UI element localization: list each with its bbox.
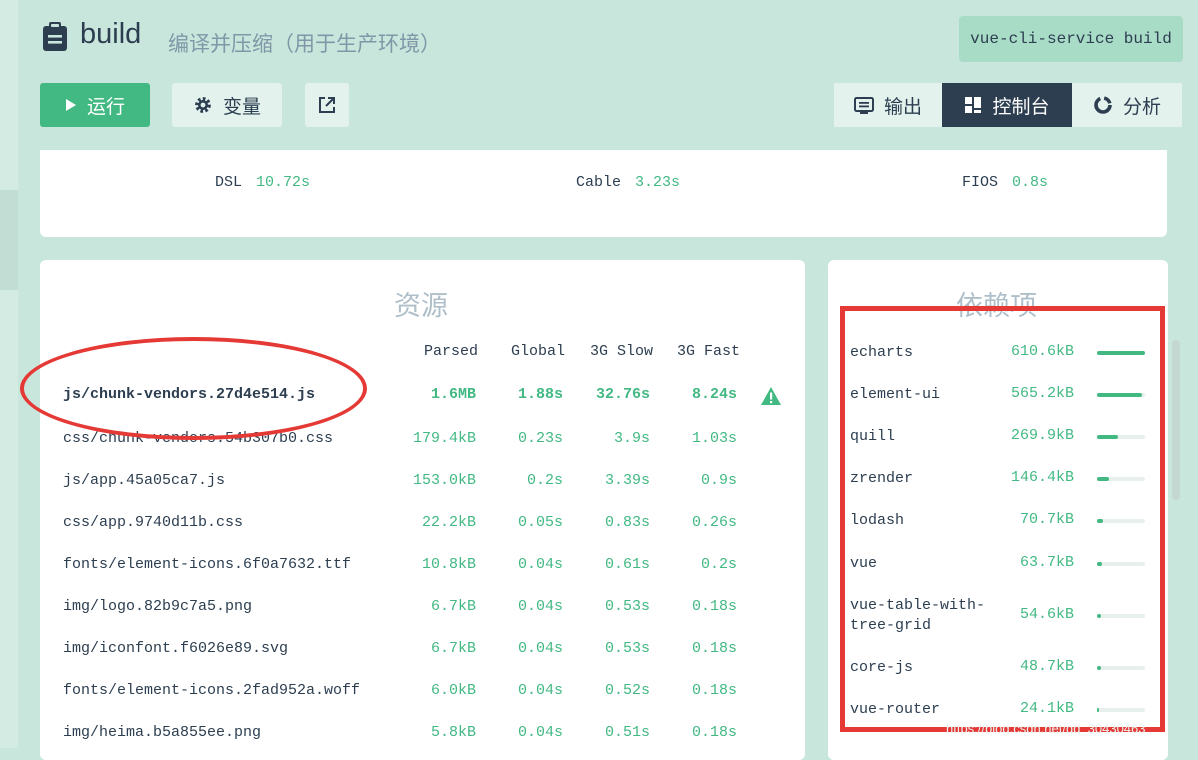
watermark: https://blog.csdn.net/qq_30430463 (946, 721, 1146, 736)
column-header-global: Global (511, 343, 566, 360)
column-header-3g-fast: 3G Fast (677, 343, 741, 360)
left-strip-shade (0, 190, 18, 290)
annotation-box (840, 306, 1165, 732)
asset-fast-value: 0.2s (700, 556, 737, 573)
asset-slow-value: 0.61s (604, 556, 650, 573)
asset-name: fonts/element-icons.6f0a7632.ttf (63, 556, 352, 573)
tab-output-label: 输出 (883, 96, 922, 118)
variables-button[interactable]: 变量 (172, 83, 282, 127)
asset-global-value: 0.04s (517, 598, 563, 615)
stat-label: FIOS (962, 174, 999, 191)
asset-name: fonts/element-icons.2fad952a.woff (63, 682, 361, 699)
asset-global-value: 0.04s (517, 682, 563, 699)
asset-parsed-value: 6.7kB (430, 640, 476, 657)
asset-slow-value: 3.9s (613, 430, 650, 447)
run-button[interactable]: 运行 (40, 83, 150, 127)
asset-parsed-value: 6.0kB (430, 682, 476, 699)
assets-title: 资源 (394, 291, 448, 321)
asset-fast-value: 0.9s (700, 472, 737, 489)
asset-name: img/logo.82b9c7a5.png (63, 598, 253, 615)
asset-global-value: 0.04s (517, 724, 563, 741)
speed-stats-card (40, 150, 1167, 237)
asset-slow-value: 0.83s (604, 514, 650, 531)
stat-dsl: DSL 10.72s (215, 174, 310, 191)
dashboard-icon (965, 97, 982, 113)
asset-parsed-value: 5.8kB (430, 724, 476, 741)
asset-name: css/app.9740d11b.css (63, 514, 244, 531)
clipboard-icon (43, 22, 67, 51)
tab-console-label: 控制台 (992, 96, 1050, 118)
tab-analyze[interactable]: 分析 (1072, 83, 1182, 127)
asset-parsed-value: 6.7kB (430, 598, 476, 615)
asset-global-value: 0.04s (517, 640, 563, 657)
stat-fios: FIOS 0.8s (962, 174, 1048, 191)
terminal-icon (853, 96, 874, 114)
left-strip (0, 0, 18, 748)
external-link-icon (319, 97, 335, 113)
asset-slow-value: 0.53s (604, 598, 650, 615)
stat-value: 3.23s (635, 174, 681, 191)
asset-global-value: 1.88s (517, 386, 563, 403)
donut-icon (1094, 96, 1112, 114)
asset-global-value: 0.2s (526, 472, 563, 489)
column-header-parsed: Parsed (424, 343, 479, 360)
tab-analyze-label: 分析 (1122, 96, 1161, 118)
asset-parsed-value: 10.8kB (421, 556, 476, 573)
asset-fast-value: 0.18s (691, 724, 737, 741)
asset-fast-value: 0.18s (691, 682, 737, 699)
annotation-ellipse (20, 337, 367, 440)
asset-fast-value: 8.24s (691, 386, 737, 403)
warning-icon (761, 387, 781, 405)
asset-fast-value: 0.18s (691, 598, 737, 615)
tab-console[interactable]: 控制台 (942, 83, 1072, 127)
asset-global-value: 0.04s (517, 556, 563, 573)
page-subtitle: 编译并压缩（用于生产环境） (168, 33, 441, 56)
variables-button-label: 变量 (222, 96, 261, 118)
open-external-button[interactable] (305, 83, 349, 127)
stat-label: DSL (215, 174, 243, 191)
asset-name: img/iconfont.f6026e89.svg (63, 640, 289, 657)
asset-slow-value: 0.52s (604, 682, 650, 699)
command-badge: vue-cli-service build (959, 16, 1183, 62)
asset-fast-value: 0.18s (691, 640, 737, 657)
stat-value: 0.8s (1012, 174, 1049, 191)
asset-slow-value: 3.39s (604, 472, 650, 489)
asset-global-value: 0.23s (517, 430, 563, 447)
asset-name: img/heima.b5a855ee.png (63, 724, 262, 741)
play-icon (65, 99, 76, 111)
asset-fast-value: 1.03s (691, 430, 737, 447)
asset-global-value: 0.05s (517, 514, 563, 531)
stat-cable: Cable 3.23s (576, 174, 680, 191)
asset-parsed-value: 179.4kB (412, 430, 476, 447)
page-title: build (80, 18, 142, 50)
asset-name: js/app.45a05ca7.js (63, 472, 226, 489)
asset-parsed-value: 1.6MB (430, 386, 476, 403)
asset-fast-value: 0.26s (691, 514, 737, 531)
asset-parsed-value: 153.0kB (412, 472, 476, 489)
stat-label: Cable (576, 174, 622, 191)
asset-parsed-value: 22.2kB (421, 514, 476, 531)
gear-icon (195, 97, 211, 113)
asset-slow-value: 0.53s (604, 640, 650, 657)
column-header-3g-slow: 3G Slow (590, 343, 654, 360)
asset-slow-value: 32.76s (595, 386, 650, 403)
tab-output[interactable]: 输出 (834, 83, 942, 127)
stat-value: 10.72s (256, 174, 311, 191)
asset-slow-value: 0.51s (604, 724, 650, 741)
dependencies-scrollbar[interactable] (1172, 340, 1180, 500)
run-button-label: 运行 (86, 96, 125, 118)
